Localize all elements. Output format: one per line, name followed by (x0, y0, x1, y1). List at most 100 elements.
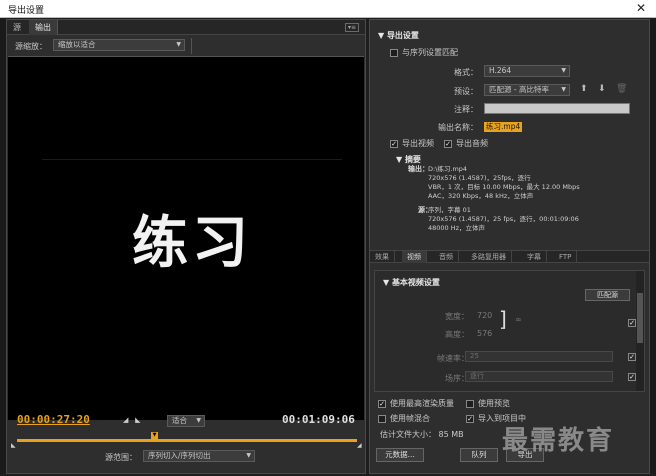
height-label: 高度： (445, 330, 469, 339)
in-point-icon[interactable]: ◣ (11, 442, 16, 449)
panel-menu-icon[interactable]: ▾≡ (345, 23, 359, 32)
current-timecode[interactable]: 00:00:27:20 (17, 413, 90, 426)
framerate-label: 帧速率： (437, 354, 469, 363)
export-settings-heading[interactable]: ▼ 导出设置 (378, 30, 419, 41)
checkbox-box[interactable]: ✓ (444, 139, 452, 148)
field-order-dropdown[interactable]: 逐行 (465, 371, 613, 382)
summary-source-line: 720x576 (1.4587)，25 fps，逐行，00:01:09:06 (428, 215, 579, 223)
tab-bar: 源 输出 ▾≡ (7, 20, 365, 35)
use-previews-label: 使用预览 (478, 399, 510, 408)
chevron-down-icon: ▼ (176, 41, 181, 48)
comments-input[interactable] (484, 103, 630, 114)
import-preset-icon[interactable]: ⬇ (598, 84, 606, 94)
scrollbar-thumb[interactable] (637, 293, 643, 343)
framerate-checkbox[interactable]: ✓ (628, 353, 636, 361)
checkbox-box[interactable] (466, 399, 474, 408)
checkbox-box[interactable] (390, 48, 398, 57)
match-sequence-checkbox[interactable]: 与序列设置匹配 (390, 47, 458, 58)
timeline-bar[interactable] (17, 439, 357, 442)
width-value[interactable]: 720 (477, 311, 492, 320)
chevron-down-icon: ▼ (561, 86, 566, 93)
match-sequence-label: 与序列设置匹配 (402, 48, 458, 57)
summary-output-line: D:\练习.mp4 (428, 165, 468, 173)
tab-ftp[interactable]: FTP (554, 251, 578, 263)
export-settings-panel: ▼ 导出设置 与序列设置匹配 格式： H.264 ▼ 预设： 匹配源 - 高比特… (369, 19, 650, 474)
basic-video-heading-text: 基本视频设置 (391, 278, 440, 287)
chain-link-icon[interactable]: ∞ (515, 315, 522, 324)
format-value: H.264 (489, 66, 512, 75)
summary-output-line: 720x576 (1.4587)，25fps，逐行 (428, 174, 531, 182)
format-label: 格式： (454, 68, 478, 77)
video-frame: 练习 (42, 159, 342, 305)
window-title: 导出设置 (8, 6, 45, 16)
out-point-icon[interactable]: ◢ (357, 442, 362, 449)
chevron-down-icon: ▼ (196, 417, 201, 424)
summary-heading[interactable]: ▼ 摘要 (396, 154, 421, 165)
checkbox-box[interactable]: ✓ (390, 139, 398, 148)
settings-scrollbar[interactable] (636, 271, 644, 391)
checkbox-box[interactable]: ✓ (466, 414, 474, 423)
video-title-text: 练习 (132, 211, 252, 276)
summary-heading-text: 摘要 (404, 155, 421, 164)
tab-effects[interactable]: 效果 (370, 251, 395, 263)
title-bar: 导出设置 ✕ (0, 0, 656, 18)
chevron-down-icon: ▼ (561, 67, 566, 74)
save-preset-icon[interactable]: ⬆ (580, 84, 588, 94)
timeline-scrubber[interactable]: ▼ ◣ ◢ (11, 432, 362, 449)
close-icon[interactable]: ✕ (636, 1, 646, 15)
tab-captions[interactable]: 字幕 (522, 251, 547, 263)
mark-out-icon[interactable]: ◣ (135, 416, 140, 424)
export-video-checkbox[interactable]: ✓ 导出视频 (390, 138, 434, 149)
mark-in-icon[interactable]: ◢ (123, 416, 128, 424)
export-video-label: 导出视频 (402, 139, 434, 148)
field-order-checkbox[interactable]: ✓ (628, 373, 636, 381)
export-audio-label: 导出音频 (456, 139, 488, 148)
tab-audio[interactable]: 音频 (434, 251, 459, 263)
basic-video-heading[interactable]: ▼ 基本视频设置 (383, 277, 440, 288)
tab-output[interactable]: 输出 (29, 20, 58, 35)
source-scaling-label: 源缩放： (15, 42, 47, 51)
playhead-icon[interactable]: ▼ (151, 432, 158, 439)
summary-output-line: AAC，320 Kbps，48 kHz，立体声 (428, 192, 534, 200)
use-previews-checkbox[interactable]: 使用预览 (466, 398, 510, 409)
width-height-checkbox[interactable]: ✓ (628, 319, 636, 327)
frame-blending-checkbox[interactable]: 使用帧混合 (378, 413, 430, 424)
metadata-button[interactable]: 元数据... (376, 448, 424, 462)
checkbox-box[interactable]: ✓ (378, 399, 386, 408)
field-order-label: 场序： (445, 374, 469, 383)
format-dropdown[interactable]: H.264 ▼ (484, 65, 570, 77)
basic-video-settings-panel: ▼ 基本视频设置 匹配源 宽度： 720 高度： 576 ] ∞ ✓ 帧速率： … (374, 270, 645, 392)
output-name-label: 输出名称： (438, 123, 478, 132)
source-range-label: 源范围： (105, 453, 137, 462)
tab-multiplexer[interactable]: 多路复用器 (466, 251, 512, 263)
delete-preset-icon[interactable]: 🗑 (616, 84, 627, 94)
fit-dropdown[interactable]: 适合 ▼ (167, 415, 205, 427)
tab-source[interactable]: 源 (7, 20, 27, 35)
tab-video[interactable]: 视频 (402, 251, 427, 263)
width-label: 宽度： (445, 312, 469, 321)
checkbox-box[interactable] (378, 414, 386, 423)
summary-output-line: VBR，1 次，目标 10.00 Mbps，最大 12.00 Mbps (428, 183, 580, 191)
max-render-quality-checkbox[interactable]: ✓ 使用最高渲染质量 (378, 398, 454, 409)
height-value[interactable]: 576 (477, 329, 492, 338)
output-name-link[interactable]: 练习.mp4 (484, 122, 523, 132)
max-render-quality-label: 使用最高渲染质量 (390, 399, 454, 408)
watermark-logo: 最需教育 (502, 426, 615, 456)
source-output-panel: 源 输出 ▾≡ 源缩放： 缩放以适合 ▼ 练习 00:00:27:20 ◢ ◣ … (6, 19, 366, 474)
divider (191, 38, 192, 54)
queue-button[interactable]: 队列 (460, 448, 498, 462)
fit-value: 适合 (172, 416, 187, 425)
comments-label: 注释： (454, 105, 478, 114)
source-scaling-value: 缩放以适合 (58, 40, 96, 49)
export-audio-checkbox[interactable]: ✓ 导出音频 (444, 138, 488, 149)
preset-dropdown[interactable]: 匹配源 - 高比特率 ▼ (484, 84, 570, 96)
link-bracket-icon: ] (499, 307, 507, 331)
settings-tab-bar: 效果 视频 音频 多路复用器 字幕 FTP (370, 250, 649, 263)
source-scaling-dropdown[interactable]: 缩放以适合 ▼ (53, 39, 185, 51)
summary-source-line: 48000 Hz，立体声 (428, 224, 486, 232)
framerate-dropdown[interactable]: 25 (465, 351, 613, 362)
summary-output-label: 输出： (408, 165, 429, 173)
match-source-button[interactable]: 匹配源 (585, 289, 630, 301)
background-strip (650, 19, 656, 474)
source-range-dropdown[interactable]: 序列切入/序列切出 ▼ (143, 450, 255, 462)
